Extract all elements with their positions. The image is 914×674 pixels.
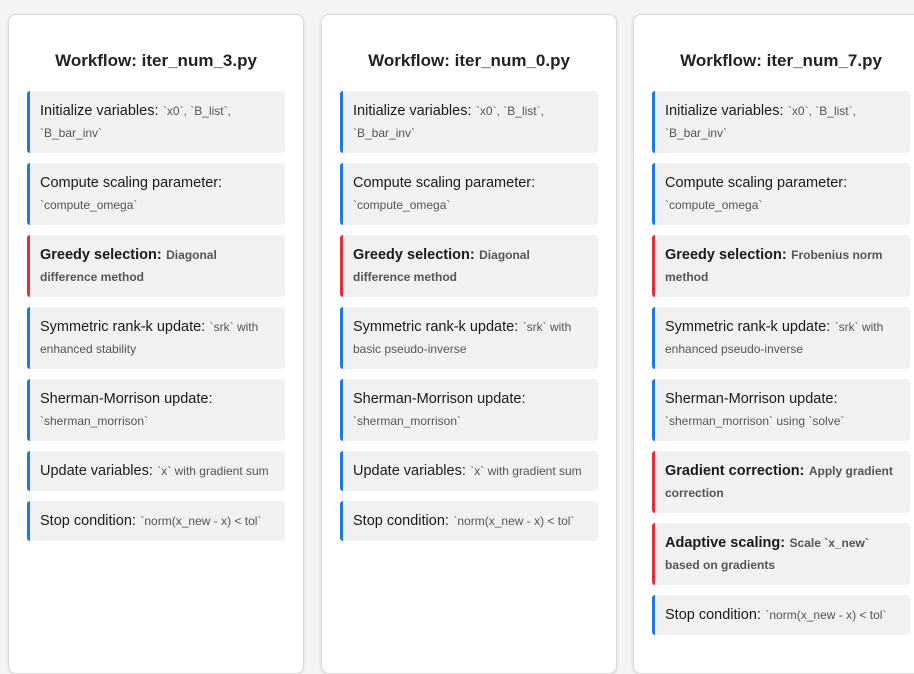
workflow-step: Sherman-Morrison update: `sherman_morris… <box>340 379 598 441</box>
workflow-step: Stop condition: `norm(x_new - x) < tol` <box>652 595 910 635</box>
workflow-step: Sherman-Morrison update: `sherman_morris… <box>27 379 285 441</box>
workflow-step: Symmetric rank-k update: `srk` with enha… <box>27 307 285 369</box>
workflow-panel: Workflow: iter_num_7.py Initialize variab… <box>633 14 914 674</box>
step-label: Greedy selection: <box>353 247 475 263</box>
workflow-step: Symmetric rank-k update: `srk` with enha… <box>652 307 910 369</box>
workflow-panel: Workflow: iter_num_0.py Initialize variab… <box>321 14 617 674</box>
workflow-step: Update variables: `x` with gradient sum <box>27 451 285 491</box>
step-label: Sherman-Morrison update: <box>665 391 838 407</box>
step-detail: `norm(x_new - x) < tol` <box>140 514 262 528</box>
step-label: Sherman-Morrison update: <box>40 391 213 407</box>
step-label: Gradient correction: <box>665 463 805 479</box>
workflow-step: Sherman-Morrison update: `sherman_morris… <box>652 379 910 441</box>
workflow-step: Compute scaling parameter: `compute_omeg… <box>652 163 910 225</box>
workflow-step: Update variables: `x` with gradient sum <box>340 451 598 491</box>
workflow-step: Stop condition: `norm(x_new - x) < tol` <box>27 501 285 541</box>
workflow-step: Symmetric rank-k update: `srk` with basi… <box>340 307 598 369</box>
step-detail: `sherman_morrison` <box>40 414 149 428</box>
step-label: Greedy selection: <box>40 247 162 263</box>
step-label: Compute scaling parameter: <box>40 175 223 191</box>
step-label: Update variables: <box>40 463 153 479</box>
workflow-step-highlighted: Greedy selection: Diagonal difference me… <box>27 235 285 297</box>
workflow-step-highlighted: Gradient correction: Apply gradient corr… <box>652 451 910 513</box>
step-label: Compute scaling parameter: <box>353 175 536 191</box>
step-detail: `x` with gradient sum <box>470 464 582 478</box>
step-detail: `compute_omega` <box>665 198 763 212</box>
step-list: Initialize variables: `x0`, `B_list`, `B… <box>652 91 910 635</box>
step-detail: `sherman_morrison` using `solve` <box>665 414 845 428</box>
workflow-step-highlighted: Greedy selection: Frobenius norm method <box>652 235 910 297</box>
step-detail: `norm(x_new - x) < tol` <box>765 608 887 622</box>
panel-title: Workflow: iter_num_0.py <box>368 51 570 70</box>
workflow-step: Stop condition: `norm(x_new - x) < tol` <box>340 501 598 541</box>
step-detail: `sherman_morrison` <box>353 414 462 428</box>
workflow-step-highlighted: Greedy selection: Diagonal difference me… <box>340 235 598 297</box>
step-label: Stop condition: <box>40 513 136 529</box>
panel-title: Workflow: iter_num_3.py <box>55 51 257 70</box>
workflow-step: Initialize variables: `x0`, `B_list`, `B… <box>27 91 285 153</box>
step-detail: `norm(x_new - x) < tol` <box>453 514 575 528</box>
workflow-step: Initialize variables: `x0`, `B_list`, `B… <box>652 91 910 153</box>
step-label: Update variables: <box>353 463 466 479</box>
step-label: Symmetric rank-k update: <box>665 319 831 335</box>
step-label: Initialize variables: <box>353 103 472 119</box>
step-list: Initialize variables: `x0`, `B_list`, `B… <box>27 91 285 541</box>
step-label: Compute scaling parameter: <box>665 175 848 191</box>
step-label: Greedy selection: <box>665 247 787 263</box>
panel-title: Workflow: iter_num_7.py <box>680 51 882 70</box>
step-detail: `compute_omega` <box>353 198 451 212</box>
workflow-step: Compute scaling parameter: `compute_omeg… <box>27 163 285 225</box>
step-label: Sherman-Morrison update: <box>353 391 526 407</box>
step-label: Stop condition: <box>665 607 761 623</box>
step-label: Symmetric rank-k update: <box>353 319 519 335</box>
workflow-step-highlighted: Adaptive scaling: Scale `x_new` based on… <box>652 523 910 585</box>
workflow-step: Compute scaling parameter: `compute_omeg… <box>340 163 598 225</box>
workflow-step: Initialize variables: `x0`, `B_list`, `B… <box>340 91 598 153</box>
step-list: Initialize variables: `x0`, `B_list`, `B… <box>340 91 598 541</box>
step-label: Initialize variables: <box>40 103 159 119</box>
workflow-panel: Workflow: iter_num_3.py Initialize variab… <box>8 14 304 674</box>
step-label: Initialize variables: <box>665 103 784 119</box>
step-detail: `compute_omega` <box>40 198 138 212</box>
step-label: Adaptive scaling: <box>665 535 786 551</box>
step-detail: `x` with gradient sum <box>157 464 269 478</box>
workflow-comparison-board: Workflow: iter_num_3.py Initialize variab… <box>0 0 914 674</box>
step-label: Stop condition: <box>353 513 449 529</box>
step-label: Symmetric rank-k update: <box>40 319 206 335</box>
